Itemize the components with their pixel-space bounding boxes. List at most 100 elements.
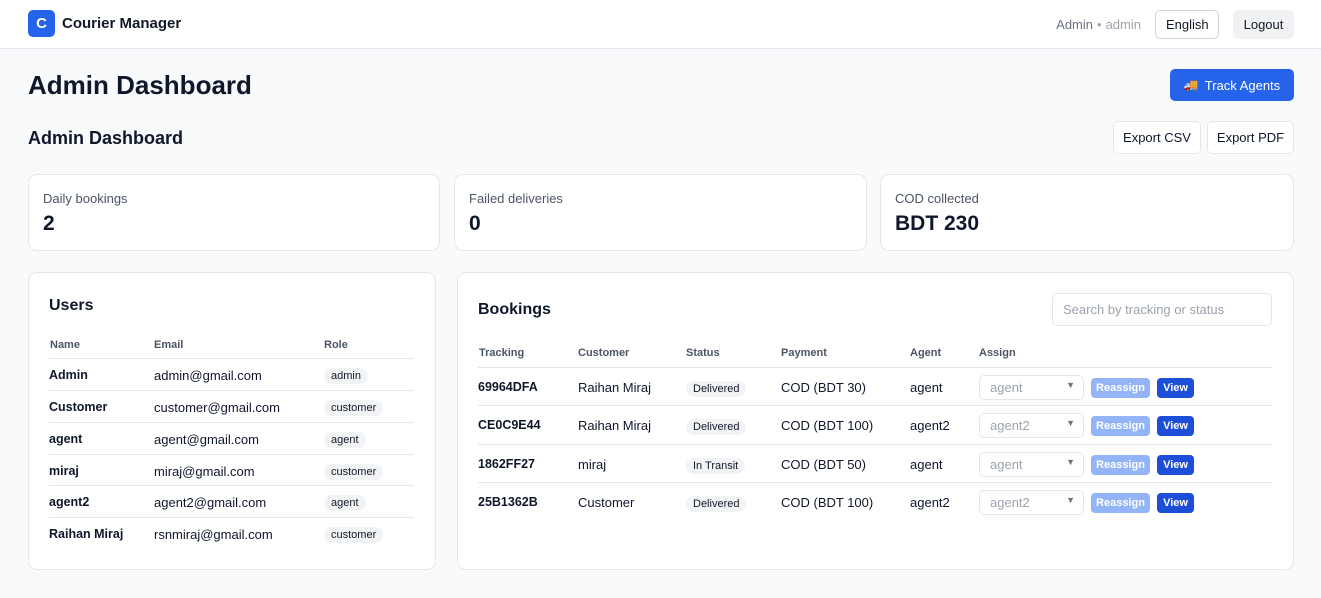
stat-label: Daily bookings bbox=[43, 191, 128, 206]
tracking-cell: CE0C9E44 bbox=[478, 418, 541, 432]
user-name-cell: Raihan Miraj bbox=[49, 527, 124, 541]
assign-agent-value: agent2 bbox=[990, 418, 1030, 433]
bookings-column-header: Payment bbox=[781, 347, 827, 359]
table-row: 69964DFA Raihan Miraj Delivered COD (BDT… bbox=[478, 367, 1273, 406]
tracking-cell: 1862FF27 bbox=[478, 457, 535, 471]
assign-agent-value: agent2 bbox=[990, 495, 1030, 510]
export-csv-button[interactable]: Export CSV bbox=[1113, 121, 1201, 154]
table-row: miraj miraj@gmail.com customer bbox=[49, 454, 414, 486]
users-column-header: Name bbox=[50, 339, 80, 351]
top-navigation-bar: C Courier Manager Admin • admin English Lo… bbox=[0, 0, 1321, 49]
table-row: Admin admin@gmail.com admin bbox=[49, 358, 414, 390]
assign-agent-select[interactable]: agent2 ▼ bbox=[979, 413, 1084, 438]
bookings-column-header: Tracking bbox=[479, 347, 525, 359]
customer-cell: Raihan Miraj bbox=[578, 380, 651, 395]
export-pdf-button[interactable]: Export PDF bbox=[1207, 121, 1294, 154]
table-row: agent agent@gmail.com agent bbox=[49, 422, 414, 454]
reassign-button[interactable]: Reassign bbox=[1091, 455, 1150, 475]
user-email-cell: agent2@gmail.com bbox=[154, 495, 267, 510]
status-badge: Delivered bbox=[686, 419, 747, 435]
table-row: 25B1362B Customer Delivered COD (BDT 100… bbox=[478, 482, 1273, 521]
user-email-cell: customer@gmail.com bbox=[154, 400, 280, 415]
assign-agent-value: agent bbox=[990, 457, 1023, 472]
payment-cell: COD (BDT 100) bbox=[781, 495, 874, 510]
user-email-cell: miraj@gmail.com bbox=[154, 464, 255, 479]
customer-cell: Raihan Miraj bbox=[578, 418, 651, 433]
chevron-down-icon: ▼ bbox=[1066, 457, 1075, 467]
role-badge: admin bbox=[324, 368, 368, 384]
stat-value: 2 bbox=[43, 212, 55, 235]
user-name: Admin bbox=[1056, 17, 1094, 32]
role-badge: agent bbox=[324, 432, 366, 448]
agent-cell: agent bbox=[910, 380, 943, 395]
user-email-cell: agent@gmail.com bbox=[154, 432, 259, 447]
app-name[interactable]: Courier Manager bbox=[62, 15, 181, 32]
page-title: Admin Dashboard bbox=[28, 70, 252, 100]
payment-cell: COD (BDT 30) bbox=[781, 380, 866, 395]
stat-card-cod-collected: COD collected BDT 230 bbox=[880, 174, 1294, 251]
role-badge: customer bbox=[324, 464, 384, 480]
table-row: 1862FF27 miraj In Transit COD (BDT 50) a… bbox=[478, 444, 1273, 483]
table-row: CE0C9E44 Raihan Miraj Delivered COD (BDT… bbox=[478, 405, 1273, 444]
table-row: Raihan Miraj rsnmiraj@gmail.com customer bbox=[49, 517, 414, 549]
payment-cell: COD (BDT 50) bbox=[781, 457, 866, 472]
assign-agent-select[interactable]: agent2 ▼ bbox=[979, 490, 1084, 515]
chevron-down-icon: ▼ bbox=[1066, 418, 1075, 428]
role-badge: customer bbox=[324, 400, 384, 416]
users-column-header: Role bbox=[324, 339, 348, 351]
bookings-column-header: Status bbox=[686, 347, 720, 359]
bookings-column-header: Assign bbox=[979, 347, 1016, 359]
user-handle: admin bbox=[1105, 17, 1141, 32]
table-row: Customer customer@gmail.com customer bbox=[49, 390, 414, 422]
stat-card-failed-deliveries: Failed deliveries 0 bbox=[454, 174, 867, 251]
user-email-cell: rsnmiraj@gmail.com bbox=[154, 527, 273, 542]
stat-card-daily-bookings: Daily bookings 2 bbox=[28, 174, 440, 251]
stat-label: Failed deliveries bbox=[469, 191, 563, 206]
user-name-cell: agent bbox=[49, 432, 83, 446]
view-button[interactable]: View bbox=[1157, 378, 1194, 398]
logout-button[interactable]: Logout bbox=[1233, 10, 1294, 39]
view-button[interactable]: View bbox=[1157, 416, 1194, 436]
users-column-header: Email bbox=[154, 339, 184, 351]
agent-cell: agent2 bbox=[910, 418, 950, 433]
bookings-search-input[interactable]: Search by tracking or status bbox=[1052, 293, 1272, 326]
chevron-down-icon: ▼ bbox=[1066, 495, 1075, 505]
reassign-button[interactable]: Reassign bbox=[1091, 378, 1150, 398]
stat-label: COD collected bbox=[895, 191, 979, 206]
bookings-column-header: Customer bbox=[578, 347, 630, 359]
agent-cell: agent2 bbox=[910, 495, 950, 510]
language-select[interactable]: English bbox=[1155, 10, 1219, 39]
user-email-cell: admin@gmail.com bbox=[154, 368, 262, 383]
track-agents-label: Track Agents bbox=[1204, 77, 1281, 93]
agent-cell: agent bbox=[910, 457, 943, 472]
stat-value: BDT 230 bbox=[895, 212, 980, 235]
section-title: Admin Dashboard bbox=[28, 128, 184, 148]
separator-dot: • bbox=[1097, 17, 1102, 32]
bookings-column-header: Agent bbox=[910, 347, 942, 359]
user-name-cell: Customer bbox=[49, 400, 108, 414]
users-title: Users bbox=[49, 297, 94, 314]
user-name-cell: agent2 bbox=[49, 495, 90, 509]
reassign-button[interactable]: Reassign bbox=[1091, 416, 1150, 436]
assign-agent-select[interactable]: agent ▼ bbox=[979, 452, 1084, 477]
table-row: agent2 agent2@gmail.com agent bbox=[49, 485, 414, 517]
assign-agent-value: agent bbox=[990, 380, 1023, 395]
reassign-button[interactable]: Reassign bbox=[1091, 493, 1150, 513]
truck-icon: 🚚 bbox=[1183, 78, 1199, 92]
status-badge: In Transit bbox=[686, 458, 746, 474]
customer-cell: Customer bbox=[578, 495, 635, 510]
tracking-cell: 69964DFA bbox=[478, 380, 538, 394]
user-name-cell: miraj bbox=[49, 464, 79, 478]
status-badge: Delivered bbox=[686, 496, 747, 512]
status-badge: Delivered bbox=[686, 381, 747, 397]
track-agents-button[interactable]: 🚚 Track Agents bbox=[1170, 69, 1294, 101]
tracking-cell: 25B1362B bbox=[478, 495, 538, 509]
user-name-cell: Admin bbox=[49, 368, 88, 382]
view-button[interactable]: View bbox=[1157, 455, 1194, 475]
customer-cell: miraj bbox=[578, 457, 607, 472]
view-button[interactable]: View bbox=[1157, 493, 1194, 513]
role-badge: customer bbox=[324, 527, 384, 543]
app-logo[interactable]: C bbox=[28, 10, 55, 37]
payment-cell: COD (BDT 100) bbox=[781, 418, 874, 433]
assign-agent-select[interactable]: agent ▼ bbox=[979, 375, 1084, 400]
